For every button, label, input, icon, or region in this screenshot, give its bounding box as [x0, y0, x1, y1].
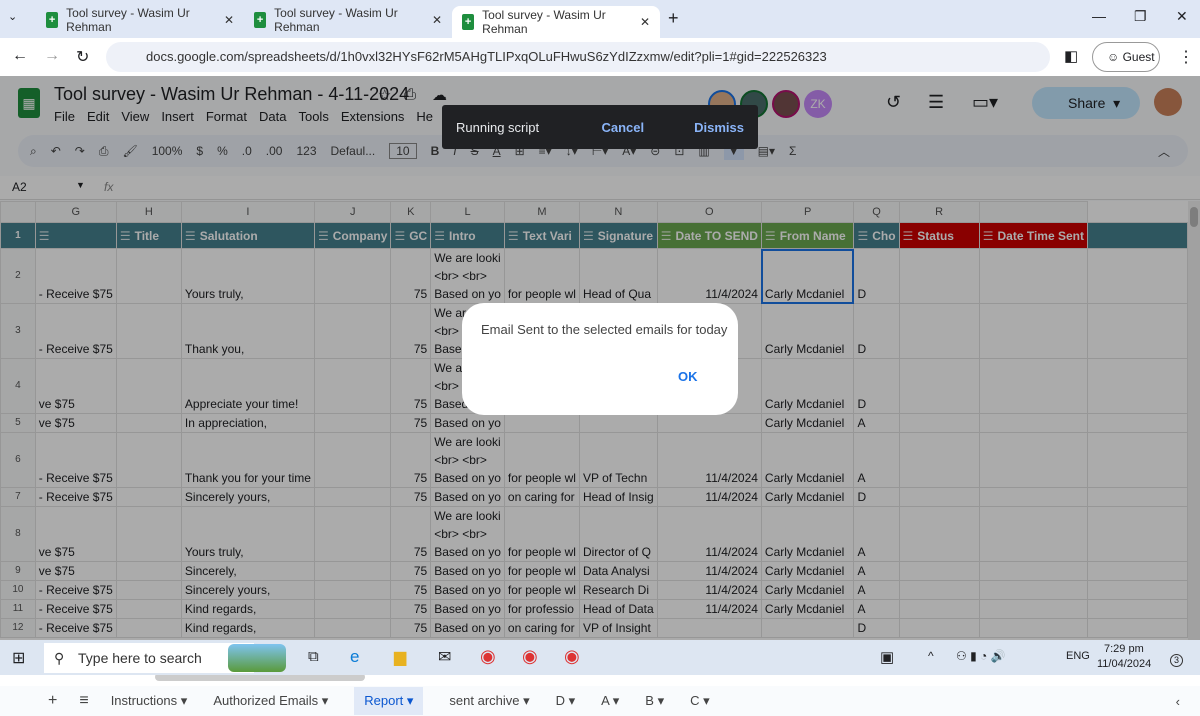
- dialog-message: Email Sent to the selected emails for to…: [481, 322, 728, 337]
- close-window-button[interactable]: ✕: [1176, 8, 1188, 25]
- clock-date[interactable]: 11/04/2024: [1097, 658, 1151, 670]
- all-sheets-button[interactable]: ≡: [79, 692, 88, 710]
- file-explorer-icon[interactable]: ▆: [394, 647, 406, 667]
- language-indicator[interactable]: ENG: [1066, 650, 1090, 662]
- sheet-tab[interactable]: A ▾: [601, 693, 619, 709]
- sheet-tab[interactable]: D ▾: [556, 693, 576, 709]
- chevron-down-icon: ▾: [318, 693, 329, 708]
- minimize-button[interactable]: —: [1092, 8, 1106, 24]
- address-bar-row: ← → ↻ docs.google.com/spreadsheets/d/1h0…: [0, 38, 1200, 76]
- sheet-tab-label: B: [645, 693, 654, 708]
- edge-icon[interactable]: e: [350, 647, 359, 667]
- chrome-icon[interactable]: ◉: [522, 646, 538, 667]
- add-sheet-button[interactable]: +: [48, 692, 57, 710]
- sheet-tabs-bar: + ≡ Instructions ▾ Authorized Emails ▾ Repo…: [0, 686, 1200, 716]
- close-tab-icon[interactable]: ✕: [640, 15, 650, 29]
- new-tab-button[interactable]: +: [668, 8, 679, 29]
- sheet-tab-label: Authorized Emails: [213, 693, 319, 708]
- chrome-icon[interactable]: ◉: [564, 646, 580, 667]
- sheet-tab[interactable]: sent archive ▾: [449, 693, 529, 709]
- running-script-toast: Running script Cancel Dismiss: [442, 105, 758, 149]
- close-tab-icon[interactable]: ✕: [224, 13, 234, 27]
- tray-chevron-icon[interactable]: ^: [928, 649, 934, 663]
- toast-text: Running script: [456, 119, 540, 135]
- restore-button[interactable]: ❐: [1134, 8, 1147, 25]
- side-panel-icon[interactable]: ◧: [1064, 47, 1078, 65]
- sheet-tab-label: Report: [364, 693, 404, 708]
- sheet-tab-label: C: [690, 693, 700, 708]
- profile-label: Guest: [1122, 50, 1155, 64]
- url-input[interactable]: docs.google.com/spreadsheets/d/1h0vxl32H…: [106, 42, 1050, 72]
- search-placeholder: Type here to search: [78, 650, 202, 666]
- sheet-tab-label: sent archive: [449, 693, 520, 708]
- forward-icon[interactable]: →: [44, 47, 60, 65]
- sheet-tab-list: Instructions ▾ Authorized Emails ▾ Report …: [111, 687, 710, 715]
- tab-title: Tool survey - Wasim Ur Rehman: [482, 8, 606, 36]
- sheets-icon: +: [254, 12, 267, 28]
- chevron-down-icon: ▾: [653, 693, 665, 708]
- sheets-icon: +: [46, 12, 59, 28]
- ok-button[interactable]: OK: [678, 369, 698, 384]
- browser-tab-active[interactable]: + Tool survey - Wasim Ur Rehman ✕: [452, 6, 660, 38]
- dismiss-button[interactable]: Dismiss: [694, 120, 744, 135]
- windows-start-icon[interactable]: ⊞: [12, 648, 25, 668]
- search-highlight-image: [228, 644, 286, 672]
- browser-tab-strip: ⌄ + Tool survey - Wasim Ur Rehman ✕ + Tool …: [0, 0, 1200, 38]
- taskbar-search[interactable]: ⚲ Type here to search: [44, 643, 254, 673]
- chevron-down-icon: ▾: [699, 693, 710, 708]
- chevron-down-icon: ▾: [403, 693, 414, 708]
- sheets-icon: +: [462, 14, 475, 30]
- browser-tab[interactable]: + Tool survey - Wasim Ur Rehman ✕: [36, 6, 244, 34]
- search-icon: ⚲: [54, 650, 65, 666]
- windows-taskbar: ⊞ ⚲ Type here to search ⧉ e ▆ ✉ ◉ ◉ ◉ ▣ ^…: [0, 640, 1200, 675]
- sheet-tab-label: D: [555, 693, 566, 708]
- sheet-tab[interactable]: C ▾: [690, 693, 710, 709]
- tab-search-chevron-icon[interactable]: ⌄: [8, 10, 17, 23]
- chevron-down-icon: ▾: [519, 693, 530, 708]
- task-view-icon[interactable]: ⧉: [308, 648, 319, 665]
- browser-tab[interactable]: + Tool survey - Wasim Ur Rehman ✕: [244, 6, 452, 34]
- chevron-down-icon: ▾: [177, 693, 188, 708]
- chevron-down-icon: ▾: [609, 693, 620, 708]
- cancel-button[interactable]: Cancel: [601, 120, 644, 135]
- chevron-down-icon: ▾: [565, 693, 576, 708]
- clock-time[interactable]: 7:29 pm: [1104, 643, 1144, 655]
- notification-badge[interactable]: 3: [1170, 654, 1183, 667]
- chrome-icon[interactable]: ◉: [480, 646, 496, 667]
- sheet-tab-label: Instructions: [110, 693, 178, 708]
- sheet-tab[interactable]: Instructions ▾: [111, 693, 188, 709]
- reload-icon[interactable]: ↻: [76, 47, 89, 67]
- menu-kebab-icon[interactable]: ⋮: [1178, 47, 1194, 67]
- tab-title: Tool survey - Wasim Ur Rehman: [274, 6, 398, 34]
- sheet-tab[interactable]: Authorized Emails ▾: [213, 693, 328, 709]
- mail-icon[interactable]: ✉: [438, 647, 451, 667]
- close-tab-icon[interactable]: ✕: [432, 13, 442, 27]
- sheet-tab-label: A: [601, 693, 610, 708]
- sheet-tab[interactable]: Report ▾: [354, 687, 424, 715]
- sheet-tab[interactable]: B ▾: [645, 693, 664, 709]
- back-icon[interactable]: ←: [12, 47, 28, 65]
- tab-title: Tool survey - Wasim Ur Rehman: [66, 6, 190, 34]
- alert-dialog: Email Sent to the selected emails for to…: [462, 303, 738, 415]
- explore-collapse-icon[interactable]: ‹: [1176, 694, 1180, 709]
- tray-icons[interactable]: ⚇ ▮ ◔ 🔊: [956, 649, 1006, 663]
- profile-button[interactable]: ☺ Guest: [1092, 42, 1160, 72]
- widgets-icon[interactable]: ▣: [880, 648, 894, 666]
